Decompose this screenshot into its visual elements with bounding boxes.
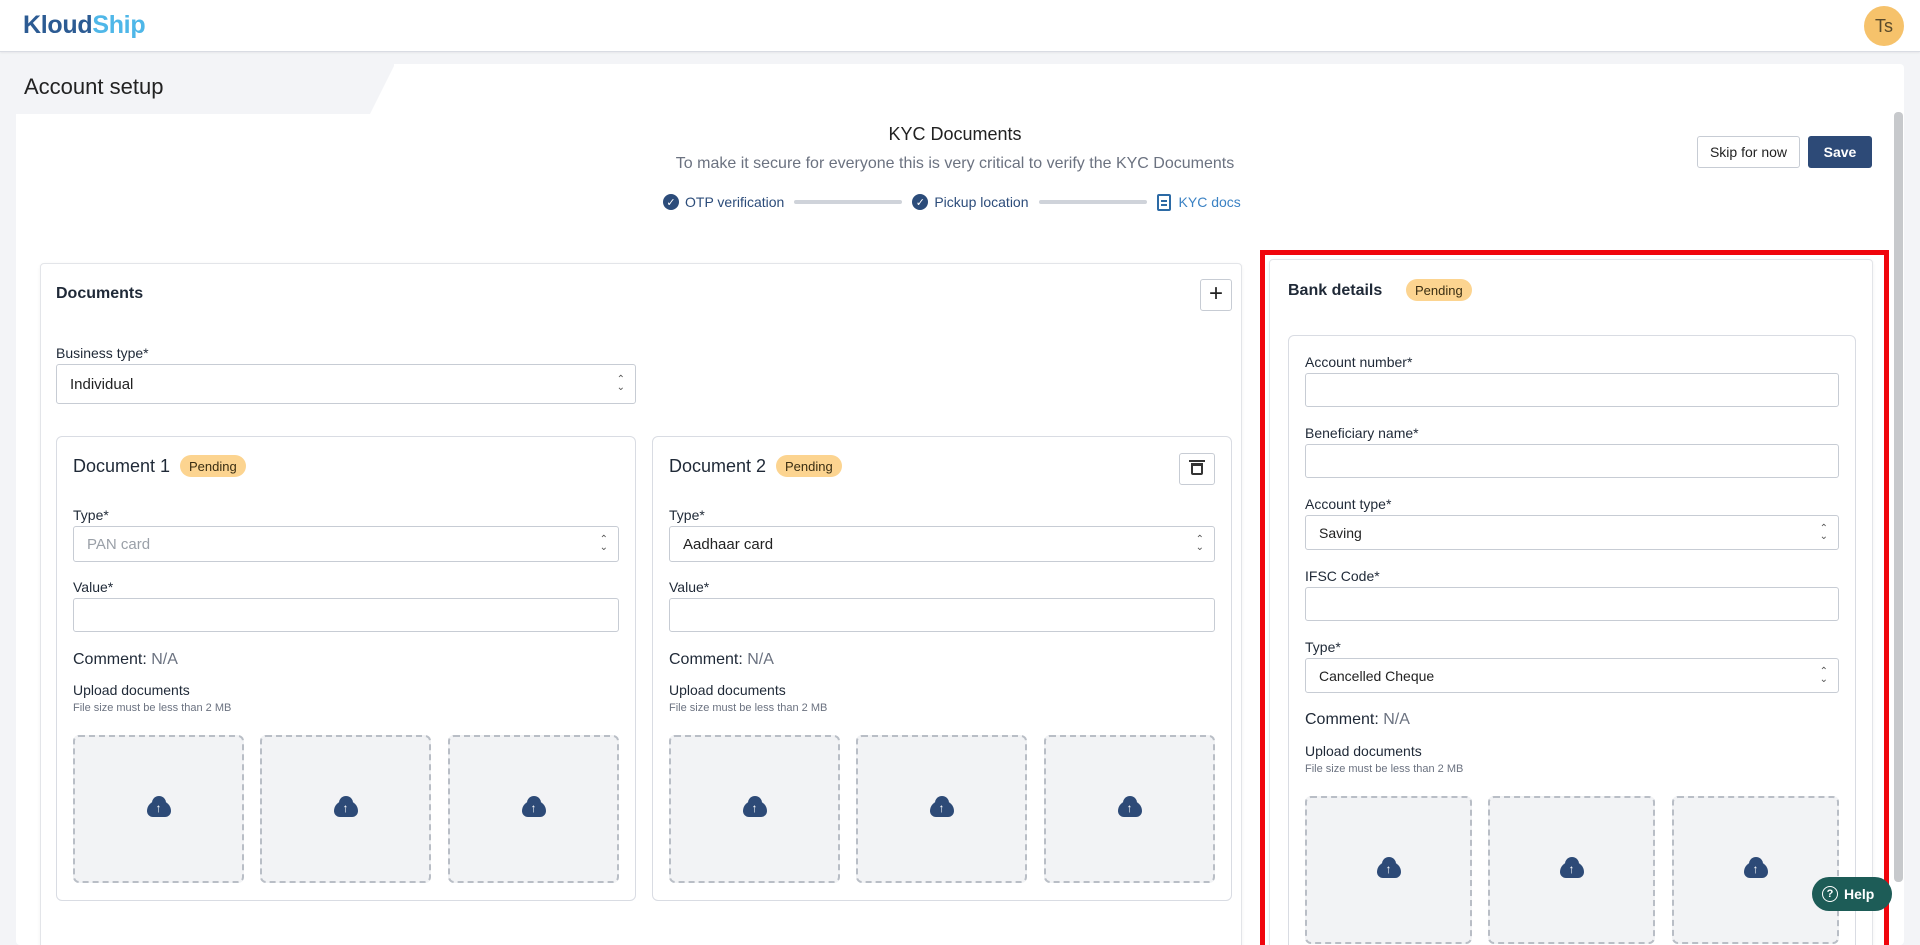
document-2-type-select[interactable]: Aadhaar card ⌃ ⌄ <box>669 526 1215 562</box>
document-2-upload-hint: File size must be less than 2 MB <box>669 702 828 714</box>
add-document-button[interactable]: + <box>1200 279 1232 311</box>
kyc-subtitle: To make it secure for everyone this is v… <box>675 155 1235 172</box>
step-otp-verification: ✓ OTP verification <box>663 194 784 210</box>
document-1-type-select[interactable]: PAN card ⌃ ⌄ <box>73 526 619 562</box>
document-1-upload-title: Upload documents <box>73 682 190 698</box>
status-badge: Pending <box>180 455 246 477</box>
document-2-dropzone-1[interactable] <box>669 735 840 883</box>
document-2-title: Document 2 <box>669 456 767 476</box>
logo-text-kloud: Kloud <box>23 11 93 39</box>
document-1-type-value: PAN card <box>87 535 151 553</box>
trash-icon <box>1189 460 1205 475</box>
business-type-label: Business type* <box>56 345 149 361</box>
step-pickup-location: ✓ Pickup location <box>912 194 1029 210</box>
document-1-upload-hint: File size must be less than 2 MB <box>73 702 232 714</box>
document-2-dropzone-2[interactable] <box>856 735 1027 883</box>
plus-icon: + <box>1208 280 1223 307</box>
page-title: Account setup <box>24 74 164 99</box>
step-kyc-docs: KYC docs <box>1156 193 1241 211</box>
document-2-value-input[interactable] <box>669 598 1215 632</box>
document-1-dropzone-3[interactable] <box>448 735 619 883</box>
page-tab: Account setup <box>0 52 400 114</box>
highlight-box <box>1260 250 1889 945</box>
top-bar: KloudShip Ts <box>0 0 1920 52</box>
save-button[interactable]: Save <box>1808 136 1872 168</box>
document-2-value-label: Value* <box>669 579 710 595</box>
document-2-type-label: Type* <box>669 507 705 523</box>
clipboard-icon <box>1156 193 1171 211</box>
comment-label: Comment: <box>669 651 743 668</box>
chevron-up-down-icon: ⌃ ⌄ <box>616 374 625 393</box>
step-label: Pickup location <box>934 194 1029 210</box>
skip-for-now-button[interactable]: Skip for now <box>1697 136 1800 168</box>
comment-label: Comment: <box>73 651 147 668</box>
logo-text-ship: Ship <box>92 11 146 39</box>
app-logo[interactable]: KloudShip <box>23 11 146 40</box>
check-icon: ✓ <box>663 194 679 210</box>
document-1-type-label: Type* <box>73 507 109 523</box>
document-2-comment: Comment: N/A <box>669 651 774 669</box>
kyc-title: KYC Documents <box>888 124 1022 144</box>
step-label: KYC docs <box>1178 194 1241 210</box>
chevron-up-down-icon: ⌃ ⌄ <box>599 534 608 553</box>
cloud-upload-icon <box>742 796 767 818</box>
cloud-upload-icon <box>929 796 954 818</box>
delete-document-2-button[interactable] <box>1179 453 1215 485</box>
question-icon: ? <box>1822 886 1838 902</box>
comment-value: N/A <box>747 651 774 668</box>
document-2-type-value: Aadhaar card <box>683 535 774 553</box>
business-type-value: Individual <box>70 375 134 393</box>
documents-title: Documents <box>56 285 144 302</box>
cloud-upload-icon <box>1117 796 1142 818</box>
step-label: OTP verification <box>685 194 785 210</box>
document-1-value-label: Value* <box>73 579 114 595</box>
scrollbar[interactable] <box>1894 112 1903 882</box>
comment-value: N/A <box>151 651 178 668</box>
step-connector <box>1038 200 1147 204</box>
document-1-value-input[interactable] <box>73 598 619 632</box>
document-1-dropzone-2[interactable] <box>260 735 431 883</box>
avatar[interactable]: Ts <box>1864 6 1904 46</box>
document-1-comment: Comment: N/A <box>73 651 178 669</box>
document-2-upload-title: Upload documents <box>669 682 786 698</box>
chevron-up-down-icon: ⌃ ⌄ <box>1195 534 1204 553</box>
document-2-dropzone-3[interactable] <box>1044 735 1215 883</box>
business-type-select[interactable]: Individual ⌃ ⌄ <box>56 364 636 404</box>
step-connector <box>794 200 903 204</box>
cloud-upload-icon <box>333 796 358 818</box>
stepper: ✓ OTP verification ✓ Pickup location KYC… <box>663 192 1241 212</box>
document-1-dropzone-1[interactable] <box>73 735 244 883</box>
cloud-upload-icon <box>146 796 171 818</box>
status-badge: Pending <box>776 455 842 477</box>
help-button[interactable]: ? Help <box>1812 877 1892 911</box>
document-1-title: Document 1 <box>73 456 171 476</box>
check-icon: ✓ <box>912 194 929 210</box>
help-label: Help <box>1844 886 1875 902</box>
cloud-upload-icon <box>521 796 546 818</box>
